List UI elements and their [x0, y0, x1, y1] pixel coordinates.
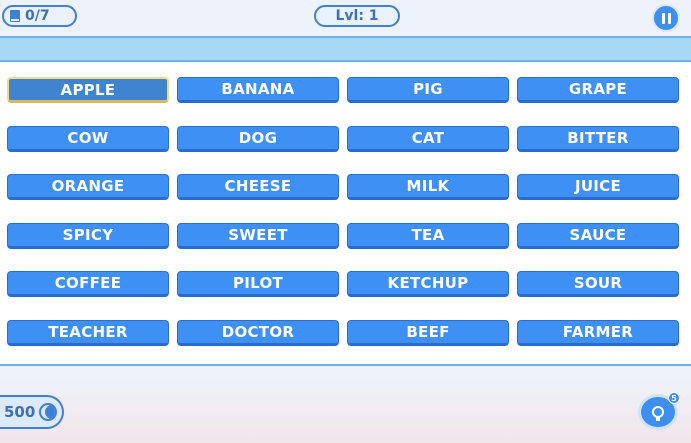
word-tile[interactable]: DOCTOR [177, 320, 339, 346]
progress-counter: 0/7 [2, 5, 77, 27]
coin-amount: 500 [4, 403, 36, 421]
moon-coin-icon [39, 403, 57, 421]
word-tile[interactable]: BITTER [517, 126, 679, 152]
word-tile[interactable]: KETCHUP [347, 271, 509, 297]
word-tile[interactable]: SOUR [517, 271, 679, 297]
word-tile[interactable]: CHEESE [177, 174, 339, 200]
top-bar: 0/7 Lvl: 1 [0, 0, 691, 38]
word-tile[interactable]: SAUCE [517, 223, 679, 249]
word-tile[interactable]: SPICY [7, 223, 169, 249]
lightbulb-icon [652, 406, 664, 421]
word-tile[interactable]: TEACHER [7, 320, 169, 346]
found-groups-strip [0, 38, 691, 62]
word-tile[interactable]: PILOT [177, 271, 339, 297]
word-tile[interactable]: COFFEE [7, 271, 169, 297]
word-tile[interactable]: APPLE [7, 77, 169, 103]
word-tile[interactable]: ORANGE [7, 174, 169, 200]
word-tile[interactable]: TEA [347, 223, 509, 249]
word-tile[interactable]: MILK [347, 174, 509, 200]
level-text: Lvl: 1 [335, 8, 379, 24]
word-tile[interactable]: SWEET [177, 223, 339, 249]
coin-counter: 500 [0, 395, 64, 429]
word-tile[interactable]: PIG [347, 77, 509, 103]
word-tile[interactable]: BANANA [177, 77, 339, 103]
progress-text: 0/7 [25, 8, 50, 24]
word-tile[interactable]: JUICE [517, 174, 679, 200]
word-tile[interactable]: COW [7, 126, 169, 152]
word-tile[interactable]: CAT [347, 126, 509, 152]
pause-icon [661, 12, 665, 24]
word-board: APPLE BANANA PIG GRAPE COW DOG CAT BITTER ORANGE… [0, 62, 691, 366]
word-tile[interactable]: GRAPE [517, 77, 679, 103]
level-indicator: Lvl: 1 [314, 5, 400, 27]
hint-count-badge: 5 [668, 392, 680, 404]
word-tile[interactable]: BEEF [347, 320, 509, 346]
book-icon [10, 10, 20, 22]
word-tile[interactable]: DOG [177, 126, 339, 152]
word-tile[interactable]: FARMER [517, 320, 679, 346]
pause-button[interactable] [652, 4, 680, 32]
